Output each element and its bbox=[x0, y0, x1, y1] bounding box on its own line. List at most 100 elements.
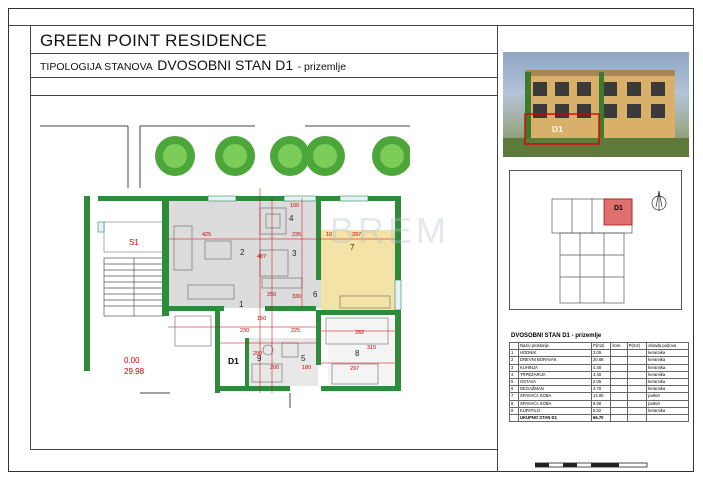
dim-label: 425 bbox=[202, 232, 212, 238]
dim-label: 230 bbox=[240, 328, 250, 334]
cell: parket bbox=[646, 392, 689, 401]
cell bbox=[610, 392, 628, 401]
cell: 9 bbox=[509, 406, 519, 415]
title-frame-top bbox=[8, 25, 497, 26]
subtitle-suffix: - prizemlje bbox=[297, 61, 347, 73]
cell: 1 bbox=[509, 349, 519, 358]
cell bbox=[610, 413, 628, 423]
right-panel-top bbox=[497, 25, 694, 26]
header-cell: P(m2) bbox=[626, 341, 648, 351]
cell bbox=[626, 413, 648, 423]
subtitle-unit: DVOSOBNI STAN D1 bbox=[157, 57, 294, 73]
cell bbox=[626, 370, 648, 379]
keyplan-unit-label: D1 bbox=[614, 205, 623, 212]
cell: 8 bbox=[509, 399, 519, 408]
dim-label: 100 bbox=[290, 203, 300, 209]
cell: 4 bbox=[509, 370, 519, 379]
cell bbox=[610, 385, 628, 394]
cell: 5.52 bbox=[590, 406, 612, 415]
table-row: 3 KUHINJA 4.40 keramika bbox=[509, 363, 689, 372]
tree-icons bbox=[155, 136, 410, 176]
cell bbox=[610, 349, 628, 358]
cell: 20.68 bbox=[590, 356, 612, 365]
cell: 3.05 bbox=[590, 349, 612, 358]
table-row: 1 HODNIK 3.05 keramika bbox=[509, 349, 689, 358]
cell bbox=[509, 413, 519, 423]
plan-frame-left bbox=[30, 95, 31, 449]
cell bbox=[610, 363, 628, 372]
cell: OSTAVA bbox=[518, 377, 592, 387]
cell: keramika bbox=[646, 406, 689, 415]
photo-unit-label: D1 bbox=[552, 124, 563, 134]
table-row: 7 SPAVAĆA SOBA 14.90 parket bbox=[509, 392, 689, 401]
unit-subtitle: TIPOLOGIJA STANOVA DVOSOBNI STAN D1 - pr… bbox=[40, 57, 346, 75]
cell: 4.40 bbox=[590, 370, 612, 379]
building-rendering: D1 bbox=[503, 52, 689, 157]
room-label: 7 bbox=[350, 243, 355, 252]
scale-bar bbox=[535, 462, 648, 468]
cell: 2 bbox=[509, 356, 519, 365]
table-row: 8 SPAVAĆA SOBA 9.00 parket bbox=[509, 399, 689, 408]
key-plan-svg bbox=[551, 190, 667, 304]
cell bbox=[646, 413, 689, 423]
stair-icon bbox=[103, 257, 165, 317]
cell: DNEVNI BORAVAK bbox=[518, 356, 592, 365]
cell bbox=[626, 363, 648, 372]
building-rendering-svg bbox=[503, 70, 689, 157]
cell: KUHINJA bbox=[518, 363, 592, 372]
table-row: 5 OSTAVA 2.05 keramika bbox=[509, 377, 689, 387]
cell: 66.70 bbox=[590, 413, 612, 423]
floor-plan bbox=[40, 125, 410, 408]
cell: keramika bbox=[646, 385, 689, 394]
subtitle-prefix: TIPOLOGIJA STANOVA bbox=[40, 61, 153, 73]
room-label: 6 bbox=[313, 290, 318, 299]
dim-label: 150 bbox=[257, 316, 267, 322]
cell: keramika bbox=[646, 349, 689, 358]
dim-label: 315 bbox=[367, 345, 377, 351]
cell bbox=[610, 356, 628, 365]
room-label: 3 bbox=[292, 249, 297, 258]
room-label: 1 bbox=[239, 300, 244, 309]
cell: keramika bbox=[646, 363, 689, 372]
dim-label: 330 bbox=[292, 294, 302, 300]
dim-label: 297 bbox=[350, 366, 360, 372]
dim-label: 235 bbox=[292, 232, 302, 238]
cell: KUPATILO bbox=[518, 406, 592, 415]
cell bbox=[610, 370, 628, 379]
room-table-title: DVOSOBNI STAN D1 - prizemlje bbox=[511, 333, 602, 339]
cell: parket bbox=[646, 399, 689, 408]
stair-label: S1 bbox=[129, 238, 139, 247]
dim-label: 200 bbox=[270, 365, 280, 371]
cell: TRPEZARIJA bbox=[518, 370, 592, 379]
dim-label: 10 bbox=[326, 232, 333, 238]
cell: 6 bbox=[509, 385, 519, 394]
key-plan: D1 bbox=[509, 170, 682, 310]
dim-label: 487 bbox=[257, 254, 267, 260]
header-cell: obrada podova bbox=[646, 341, 689, 351]
cell: keramika bbox=[646, 377, 689, 387]
cell: 2.05 bbox=[590, 377, 612, 387]
sheet-divider bbox=[497, 25, 498, 472]
cell bbox=[626, 392, 648, 401]
cell bbox=[610, 399, 628, 408]
title-frame-bottom bbox=[30, 77, 497, 78]
living-floor bbox=[168, 198, 321, 308]
cell: keramika bbox=[646, 356, 689, 365]
cell: keramika bbox=[646, 370, 689, 379]
header-cell: Naziv prostorije bbox=[518, 341, 592, 351]
cell: 4.70 bbox=[590, 385, 612, 394]
table-row: 4 TRPEZARIJA 4.40 keramika bbox=[509, 370, 689, 379]
cell bbox=[626, 406, 648, 415]
dim-label: 225 bbox=[291, 328, 301, 334]
cell bbox=[626, 349, 648, 358]
watermark: BREM bbox=[330, 210, 451, 251]
cell: 7 bbox=[509, 392, 519, 401]
cell: SPAVAĆA SOBA bbox=[518, 392, 592, 401]
room-label: 4 bbox=[289, 214, 294, 223]
cell bbox=[610, 406, 628, 415]
level-mark: 0.00 bbox=[124, 356, 140, 365]
title-frame-mid bbox=[30, 53, 497, 54]
cell: SPAVAĆA SOBA bbox=[518, 399, 592, 408]
cell bbox=[626, 377, 648, 387]
cell: 14.90 bbox=[590, 392, 612, 401]
